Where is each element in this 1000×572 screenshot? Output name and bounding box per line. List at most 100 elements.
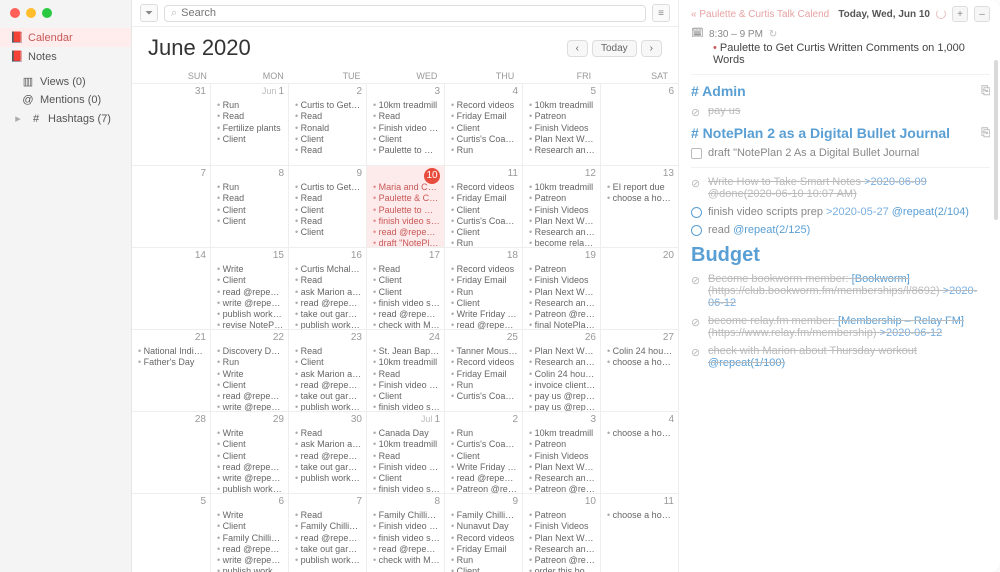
calendar-day-cell[interactable]: 4Record videosFriday EmailClientCurtis's… <box>444 83 522 165</box>
calendar-event[interactable]: Client <box>373 473 440 484</box>
calendar-event[interactable]: Run <box>451 145 518 156</box>
calendar-event[interactable]: read @repeat(5/111) <box>451 473 518 484</box>
calendar-event[interactable]: Family Chilliwack Lak... <box>373 510 440 521</box>
calendar-day-cell[interactable]: 31 <box>132 83 210 165</box>
calendar-event[interactable]: take out garbage @r... <box>295 544 362 555</box>
calendar-event[interactable]: Client <box>373 275 440 286</box>
calendar-event[interactable]: Client <box>451 123 518 134</box>
calendar-day-cell[interactable]: 14 <box>132 247 210 329</box>
calendar-event[interactable]: St. Jean Baptiste Da... <box>373 346 440 357</box>
calendar-event[interactable]: Finish Videos <box>529 123 596 134</box>
calendar-event[interactable]: Research and Clean... <box>529 544 596 555</box>
calendar-event[interactable]: Research and Clean... <box>529 298 596 309</box>
calendar-day-cell[interactable]: 310km treadmillReadFinish video script p… <box>366 83 444 165</box>
calendar-event[interactable]: Record videos <box>451 100 518 111</box>
calendar-event[interactable]: Curtis's Coaching Se... <box>451 391 518 402</box>
calendar-event[interactable]: Client <box>217 134 284 145</box>
calendar-event[interactable]: revise NotePlan 2 dig... <box>217 320 284 329</box>
calendar-event[interactable]: 10km treadmill <box>373 100 440 111</box>
sidebar-item-notes[interactable]: 📕 Notes <box>0 47 131 66</box>
calendar-event[interactable]: write @repeat(4/128) <box>217 402 284 411</box>
calendar-day-cell[interactable]: 9Family Chilliwack Lak...Nunavut DayReco… <box>444 493 522 572</box>
calendar-event[interactable]: choose a home task... <box>607 193 674 204</box>
link-icon[interactable]: ⎘ <box>981 85 990 98</box>
calendar-event[interactable]: 10km treadmill <box>529 100 596 111</box>
calendar-day-cell[interactable]: 11choose a home task... <box>600 493 678 572</box>
calendar-event[interactable]: Run <box>451 380 518 391</box>
calendar-event[interactable]: Client <box>295 134 362 145</box>
calendar-event[interactable]: order this book from... <box>529 566 596 572</box>
sidebar-item-mentions[interactable]: @ Mentions (0) <box>12 91 131 109</box>
calendar-event[interactable]: draft "NotePlan 2 As... <box>373 238 440 247</box>
calendar-day-cell[interactable]: 16Curtis Mchale and B...Readask Marion a… <box>288 247 366 329</box>
calendar-day-cell[interactable]: 6 <box>600 83 678 165</box>
checkbox-icon[interactable] <box>691 148 702 159</box>
calendar-event[interactable]: read @repeat(5/112) <box>295 451 362 462</box>
calendar-day-cell[interactable]: 6WriteClientFamily Chilliwack Lak...read… <box>210 493 288 572</box>
calendar-event[interactable]: Colin 24 hour run <box>529 369 596 380</box>
calendar-event[interactable]: Write <box>217 428 284 439</box>
calendar-event[interactable]: Friday Email <box>451 369 518 380</box>
calendar-day-cell[interactable]: 310km treadmillPatreonFinish VideosPlan … <box>522 411 600 493</box>
calendar-event[interactable]: Canada Day <box>373 428 440 439</box>
calendar-event[interactable]: Patreon <box>529 510 596 521</box>
calendar-day-cell[interactable]: 15WriteClientread @repeat(3/118)write @r… <box>210 247 288 329</box>
link-icon[interactable]: ⎘ <box>981 127 990 140</box>
calendar-event[interactable]: Curtis's Coaching Se... <box>451 216 518 227</box>
calendar-day-cell[interactable]: 7 <box>132 165 210 247</box>
calendar-event[interactable]: Plan Next Week <box>529 134 596 145</box>
calendar-event[interactable]: pay us @repeat(1/99) <box>529 402 596 411</box>
calendar-event[interactable]: Run <box>451 555 518 566</box>
calendar-event[interactable]: Client <box>451 205 518 216</box>
calendar-event[interactable]: publish work journal ... <box>217 484 284 493</box>
calendar-event[interactable]: Client <box>217 205 284 216</box>
calendar-event[interactable]: Read <box>295 510 362 521</box>
calendar-day-cell[interactable]: 10Maria and CurtisPaulette & Curtis Tal.… <box>366 165 444 247</box>
calendar-event[interactable]: National Indigenous ... <box>138 346 206 357</box>
breadcrumb[interactable]: « Paulette & Curtis Talk Calend <box>691 9 832 20</box>
calendar-day-cell[interactable]: 29WriteClientClientread @repeat(5/118)wr… <box>210 411 288 493</box>
calendar-event[interactable]: finish video scripts p... <box>373 484 440 493</box>
calendar-event[interactable]: publish work journal ... <box>217 309 284 320</box>
calendar-day-cell[interactable]: 30Readask Marion about Tu...read @repeat… <box>288 411 366 493</box>
minimize-window-button[interactable] <box>26 8 36 18</box>
calendar-day-cell[interactable]: 10PatreonFinish VideosPlan Next WeekRese… <box>522 493 600 572</box>
calendar-event[interactable]: Client <box>451 451 518 462</box>
calendar-day-cell[interactable]: 28 <box>132 411 210 493</box>
next-period-button[interactable]: › <box>641 40 662 57</box>
today-button[interactable]: Today <box>592 40 637 57</box>
calendar-day-cell[interactable]: 11Record videosFriday EmailClientCurtis'… <box>444 165 522 247</box>
calendar-event[interactable]: Ronald <box>295 123 362 134</box>
open-circle-icon[interactable] <box>691 207 702 218</box>
scrollbar[interactable] <box>994 60 998 220</box>
calendar-event[interactable]: Research and Clean... <box>529 227 596 238</box>
calendar-event[interactable]: Read <box>373 451 440 462</box>
task-draft-noteplan[interactable]: draft "NotePlan 2 As a Digital Bullet Jo… <box>691 147 990 159</box>
calendar-event[interactable]: Research and Clean... <box>529 145 596 156</box>
calendar-event[interactable]: Family Chilliwack Lak... <box>451 510 518 521</box>
calendar-event[interactable]: read @repeat(4/118) <box>217 391 284 402</box>
calendar-event[interactable]: Finish Videos <box>529 451 596 462</box>
calendar-event[interactable]: 10km treadmill <box>529 428 596 439</box>
calendar-event[interactable]: Read <box>295 216 362 227</box>
open-circle-icon[interactable] <box>691 225 702 236</box>
calendar-event[interactable]: Record videos <box>451 533 518 544</box>
calendar-event[interactable]: choose a home task... <box>607 510 674 521</box>
calendar-day-cell[interactable]: 2RunCurtis's Coaching Se...ClientWrite F… <box>444 411 522 493</box>
calendar-event[interactable]: Plan Next Week <box>529 346 596 357</box>
calendar-day-cell[interactable]: 17ReadClientClientfinish video scripts p… <box>366 247 444 329</box>
calendar-event[interactable]: check with Marion a... <box>373 555 440 566</box>
calendar-event[interactable]: take out garbage @r... <box>295 462 362 473</box>
calendar-event[interactable]: read @repeat(4/112) <box>295 380 362 391</box>
calendar-event[interactable]: read @repeat(2/125) <box>373 227 440 238</box>
calendar-event[interactable]: take out garbage @r... <box>295 309 362 320</box>
calendar-event[interactable]: choose a home task... <box>607 357 674 368</box>
add-button[interactable]: + <box>952 6 968 22</box>
calendar-day-cell[interactable]: 24St. Jean Baptiste Da...10km treadmillR… <box>366 329 444 411</box>
prev-period-button[interactable]: ‹ <box>567 40 588 57</box>
calendar-event[interactable]: check with Marion a... <box>373 320 440 329</box>
calendar-event[interactable]: read @repeat(5/118) <box>217 462 284 473</box>
calendar-event[interactable]: Friday Email <box>451 544 518 555</box>
calendar-event[interactable]: Curtis's Coaching Se... <box>451 134 518 145</box>
calendar-event[interactable]: final NotePlan 2 digit... <box>529 320 596 329</box>
